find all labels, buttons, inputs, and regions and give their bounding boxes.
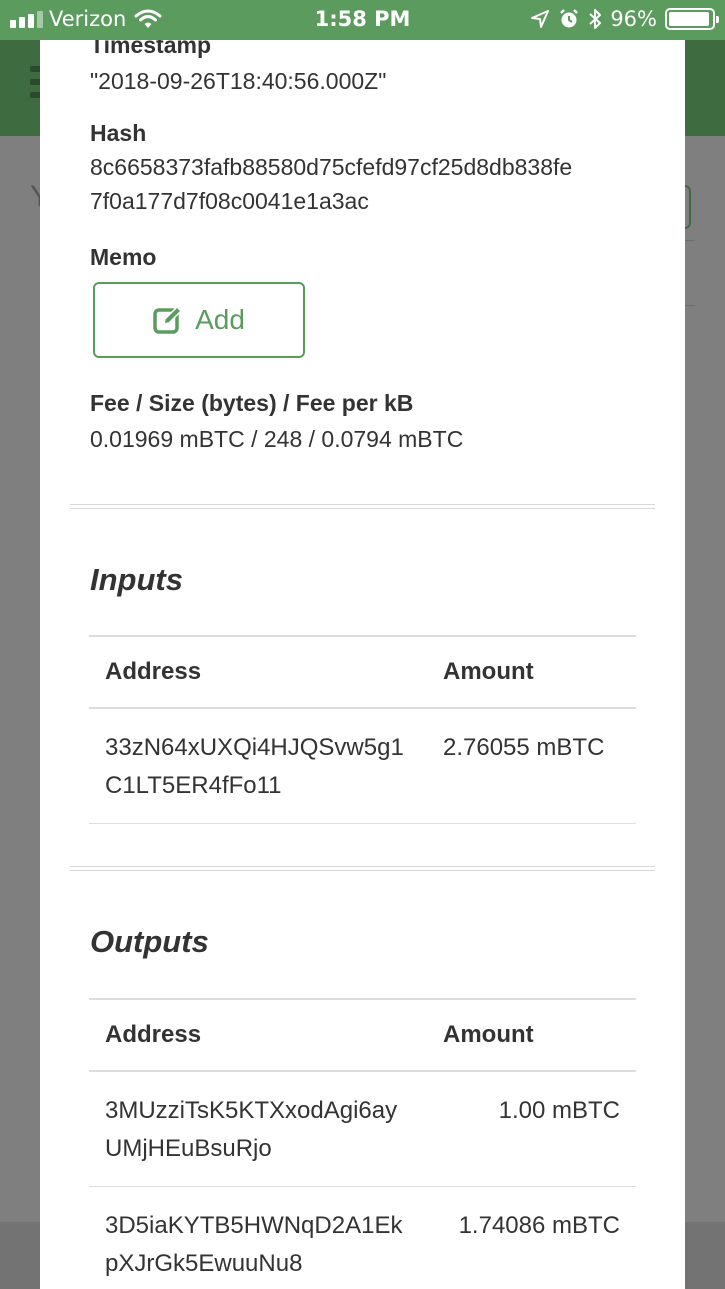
output-amount: 1.74086 mBTC: [427, 1186, 636, 1289]
outputs-header-row: Address Amount: [89, 998, 636, 1072]
section-divider: [70, 866, 655, 871]
fee-value: 0.01969 mBTC / 248 / 0.0794 mBTC: [90, 426, 464, 452]
input-address: 33zN64xUXQi4HJQSvw5g1C1LT5ER4fFo11: [89, 708, 427, 824]
timestamp-value: "2018-09-26T18:40:56.000Z": [90, 68, 387, 94]
inputs-header-row: Address Amount: [89, 635, 636, 709]
battery-icon: [665, 8, 719, 30]
hash-value-line-2: 7f0a177d7f08c0041e1a3ac: [90, 188, 369, 214]
outputs-address-header: Address: [89, 998, 427, 1072]
table-row: 33zN64xUXQi4HJQSvw5g1C1LT5ER4fFo11 2.760…: [89, 708, 636, 824]
inputs-address-header: Address: [89, 635, 427, 709]
output-address: 3D5iaKYTB5HWNqD2A1EkpXJrGk5EwuuNu8: [89, 1186, 427, 1289]
inputs-title: Inputs: [90, 562, 183, 597]
output-amount: 1.00 mBTC: [427, 1071, 636, 1187]
hash-value-line-1: 8c6658373fafb88580d75cfefd97cf25d8db838f…: [90, 154, 573, 180]
status-right: 96%: [530, 7, 719, 31]
outputs-title: Outputs: [90, 924, 209, 959]
battery-percent: 96%: [610, 7, 657, 31]
hash-label: Hash: [90, 120, 147, 146]
inputs-amount-header: Amount: [427, 635, 636, 709]
location-arrow-icon: [531, 10, 550, 28]
output-address: 3MUzziTsK5KTXxodAgi6ayUMjHEuBsuRjo: [89, 1071, 427, 1187]
table-row: 3MUzziTsK5KTXxodAgi6ayUMjHEuBsuRjo 1.00 …: [89, 1071, 636, 1187]
add-memo-button[interactable]: Add: [93, 282, 305, 358]
input-amount: 2.76055 mBTC: [427, 708, 636, 824]
edit-icon: [153, 305, 183, 334]
status-bar: Verizon 1:58 PM 96%: [0, 0, 725, 40]
bluetooth-icon: [589, 9, 602, 29]
add-memo-label: Add: [195, 304, 245, 335]
inputs-table: Address Amount 33zN64xUXQi4HJQSvw5g1C1LT…: [89, 635, 636, 824]
outputs-amount-header: Amount: [427, 998, 636, 1072]
outputs-table: Address Amount 3MUzziTsK5KTXxodAgi6ayUMj…: [89, 998, 636, 1289]
section-divider: [70, 504, 655, 509]
timestamp-label: Timestamp: [90, 40, 212, 58]
memo-label: Memo: [90, 244, 157, 270]
alarm-icon: [560, 9, 579, 28]
hash-value: 8c6658373fafb88580d75cfefd97cf25d8db838f…: [90, 150, 635, 218]
transaction-details-modal: Timestamp "2018-09-26T18:40:56.000Z" Has…: [40, 40, 685, 1289]
fee-label: Fee / Size (bytes) / Fee per kB: [90, 390, 414, 416]
table-row: 3D5iaKYTB5HWNqD2A1EkpXJrGk5EwuuNu8 1.740…: [89, 1186, 636, 1289]
